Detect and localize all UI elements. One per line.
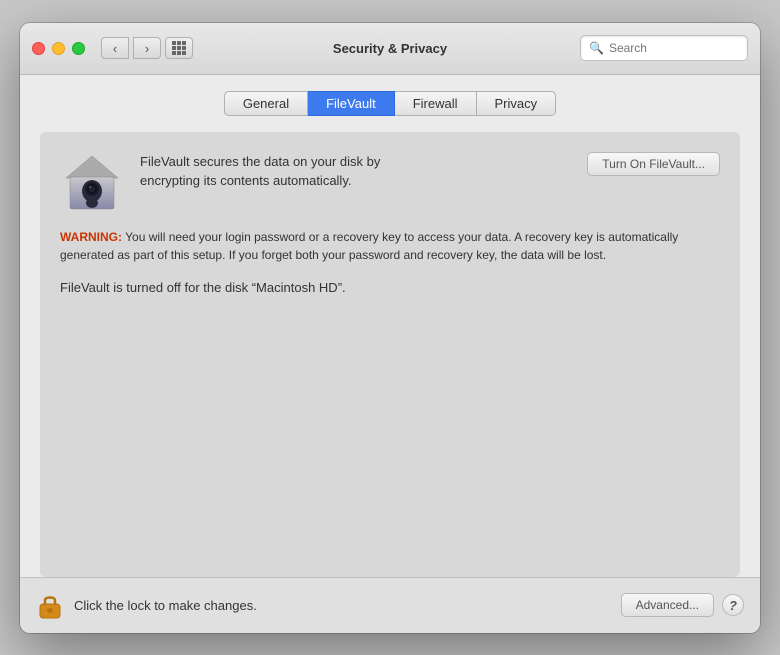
filevault-icon-svg [64, 154, 120, 214]
grid-view-button[interactable] [165, 37, 193, 59]
filevault-icon [60, 152, 124, 216]
filevault-panel: FileVault secures the data on your disk … [40, 132, 740, 577]
search-box[interactable]: 🔍 [580, 35, 748, 61]
tab-firewall[interactable]: Firewall [395, 91, 477, 116]
maximize-button[interactable] [72, 42, 85, 55]
advanced-button[interactable]: Advanced... [621, 593, 714, 617]
window-title: Security & Privacy [333, 41, 447, 56]
tab-privacy[interactable]: Privacy [477, 91, 557, 116]
warning-paragraph: WARNING: You will need your login passwo… [60, 228, 720, 264]
lock-icon[interactable] [36, 591, 64, 619]
bottom-bar: Click the lock to make changes. Advanced… [20, 577, 760, 633]
filevault-status: FileVault is turned off for the disk “Ma… [60, 280, 720, 295]
search-input[interactable] [609, 41, 739, 55]
warning-label: WARNING: [60, 230, 122, 244]
description-text: FileVault secures the data on your disk … [140, 152, 587, 191]
nav-buttons: ‹ › [101, 37, 161, 59]
panel-header-row: FileVault secures the data on your disk … [60, 152, 720, 216]
titlebar: ‹ › Security & Privacy 🔍 [20, 23, 760, 75]
traffic-lights [32, 42, 85, 55]
back-button[interactable]: ‹ [101, 37, 129, 59]
help-button[interactable]: ? [722, 594, 744, 616]
minimize-button[interactable] [52, 42, 65, 55]
content-area: General FileVault Firewall Privacy [20, 75, 760, 577]
panel-description: FileVault secures the data on your disk … [140, 152, 587, 193]
bottom-buttons: Advanced... ? [621, 593, 744, 617]
lock-label: Click the lock to make changes. [74, 598, 621, 613]
tab-filevault[interactable]: FileVault [308, 91, 395, 116]
tab-bar: General FileVault Firewall Privacy [40, 91, 740, 116]
tab-general[interactable]: General [224, 91, 308, 116]
forward-button[interactable]: › [133, 37, 161, 59]
grid-icon [172, 41, 186, 55]
turn-on-filevault-button[interactable]: Turn On FileVault... [587, 152, 720, 176]
close-button[interactable] [32, 42, 45, 55]
search-icon: 🔍 [589, 41, 604, 55]
main-window: ‹ › Security & Privacy 🔍 General FileVau… [20, 23, 760, 633]
